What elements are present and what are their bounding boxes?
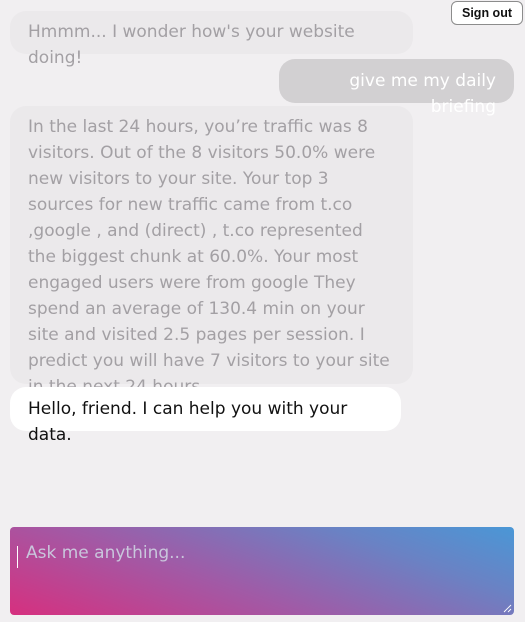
resize-handle-icon[interactable] — [503, 604, 512, 613]
chat-page: Sign out Hmmm... I wonder how's your web… — [0, 0, 525, 622]
user-message: give me my daily briefing — [279, 59, 514, 117]
bot-message: Hmmm... I wonder how's your website doin… — [10, 11, 413, 68]
bot-message-latest: Hello, friend. I can help you with your … — [10, 387, 401, 445]
sign-out-button[interactable]: Sign out — [451, 1, 523, 25]
chat-input-container — [10, 527, 514, 615]
bot-message: In the last 24 hours, you’re traffic was… — [10, 106, 413, 397]
chat-input[interactable] — [10, 527, 514, 615]
text-cursor — [17, 546, 18, 568]
